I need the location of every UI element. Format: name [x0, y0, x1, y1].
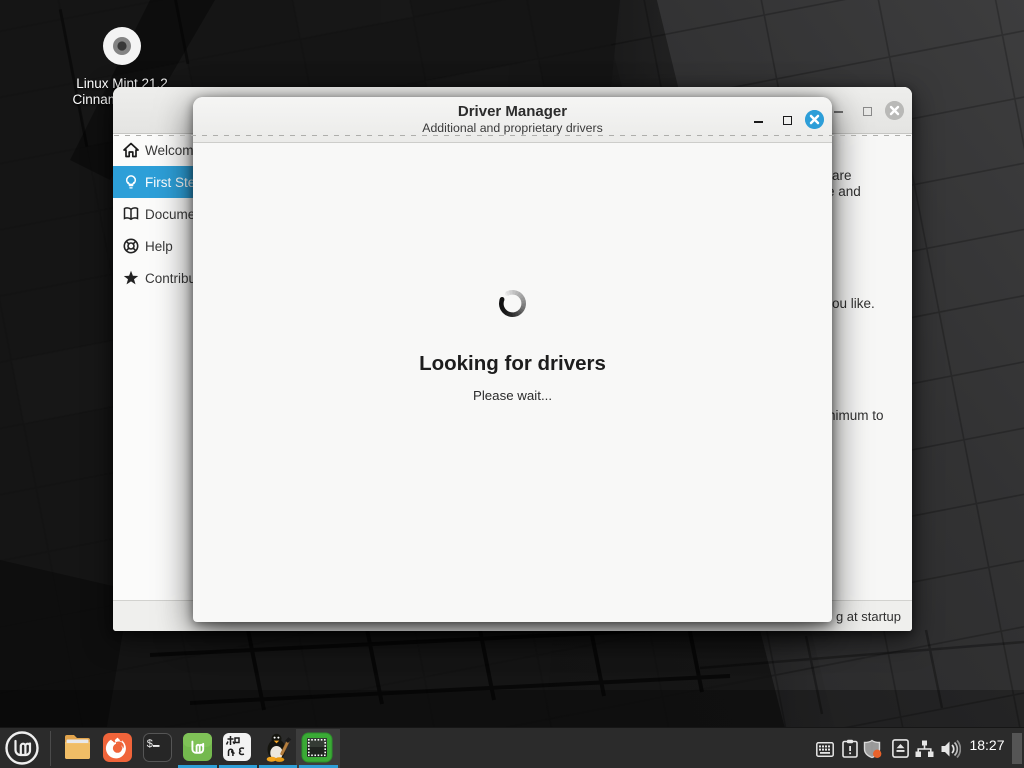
svg-text:$: $ — [147, 739, 154, 751]
